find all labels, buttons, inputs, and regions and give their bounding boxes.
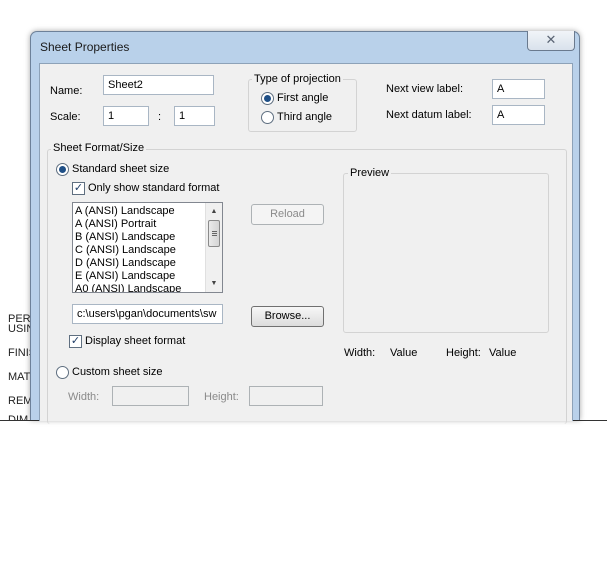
scale-label: Scale: — [50, 111, 81, 123]
list-item[interactable]: A0 (ANSI) Landscape — [73, 283, 222, 292]
custom-size-radio[interactable] — [56, 366, 69, 379]
list-item[interactable]: E (ANSI) Landscape — [73, 270, 222, 283]
third-angle-label[interactable]: Third angle — [277, 111, 332, 123]
custom-height-label: Height: — [204, 391, 239, 403]
list-item[interactable]: D (ANSI) Landscape — [73, 257, 222, 270]
browse-button[interactable]: Browse... — [251, 306, 324, 327]
next-datum-label: Next datum label: — [386, 109, 472, 121]
display-format-checkbox[interactable]: ✓ — [69, 335, 82, 348]
only-standard-checkbox[interactable]: ✓ — [72, 182, 85, 195]
list-item[interactable]: C (ANSI) Landscape — [73, 244, 222, 257]
scroll-down-icon[interactable]: ▼ — [206, 275, 222, 292]
custom-width-field[interactable] — [112, 386, 189, 406]
preview-height-value: Value — [489, 347, 517, 359]
scale-separator: : — [158, 111, 162, 123]
first-angle-label[interactable]: First angle — [277, 92, 328, 104]
scale-right-field[interactable]: 1 — [174, 106, 215, 126]
next-view-label: Next view label: — [386, 83, 464, 95]
projection-legend: Type of projection — [252, 73, 343, 85]
list-scrollbar[interactable]: ▲ ▼ — [205, 203, 222, 292]
projection-group — [248, 79, 357, 132]
list-item[interactable]: A (ANSI) Landscape — [73, 205, 222, 218]
list-item[interactable]: B (ANSI) Landscape — [73, 231, 222, 244]
scale-left-field[interactable]: 1 — [103, 106, 149, 126]
background-text-5: REM — [8, 395, 33, 407]
preview-height-label: Height: — [446, 347, 481, 359]
name-field[interactable]: Sheet2 — [103, 75, 214, 95]
scroll-thumb[interactable] — [208, 220, 220, 247]
preview-width-value: Value — [390, 347, 418, 359]
standard-size-radio[interactable] — [56, 163, 69, 176]
third-angle-radio[interactable] — [261, 111, 274, 124]
name-label: Name: — [50, 85, 83, 97]
standard-size-label[interactable]: Standard sheet size — [72, 163, 169, 175]
scroll-up-icon[interactable]: ▲ — [206, 203, 222, 220]
custom-size-label[interactable]: Custom sheet size — [72, 366, 162, 378]
dialog-title: Sheet Properties — [40, 40, 130, 54]
dialog-client-area: Name: Sheet2 Scale: 1 : 1 Type of projec… — [39, 63, 573, 424]
custom-width-label: Width: — [68, 391, 100, 403]
sheet-properties-dialog: Sheet Properties ✕ Name: Sheet2 Scale: 1… — [30, 31, 580, 424]
preview-legend: Preview — [348, 167, 392, 179]
background-text-4: MAT — [8, 371, 31, 383]
reload-button[interactable]: Reload — [251, 204, 324, 225]
close-button[interactable]: ✕ — [527, 31, 575, 51]
first-angle-radio[interactable] — [261, 92, 274, 105]
preview-group — [343, 173, 549, 333]
list-item[interactable]: A (ANSI) Portrait — [73, 218, 222, 231]
sheet-format-path-field[interactable]: c:\users\pgan\documents\sw — [72, 304, 223, 324]
next-datum-field[interactable]: A — [492, 105, 545, 125]
sheet-format-list[interactable]: A (ANSI) Landscape A (ANSI) Portrait B (… — [72, 202, 223, 293]
sheet-format-legend: Sheet Format/Size — [51, 142, 147, 154]
next-view-field[interactable]: A — [492, 79, 545, 99]
close-icon: ✕ — [545, 32, 557, 47]
only-standard-label[interactable]: Only show standard format — [88, 182, 219, 194]
display-format-label[interactable]: Display sheet format — [85, 335, 185, 347]
preview-width-label: Width: — [344, 347, 376, 359]
custom-height-field[interactable] — [249, 386, 323, 406]
